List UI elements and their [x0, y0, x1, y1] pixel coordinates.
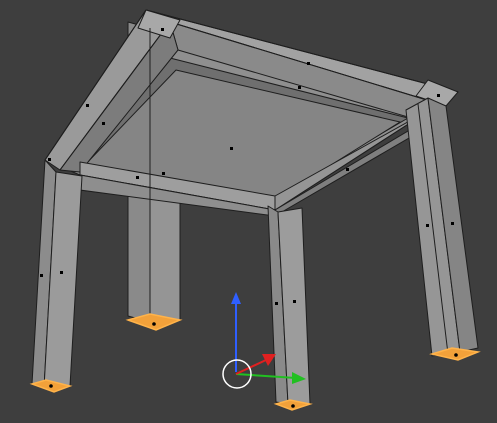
face-dot	[275, 302, 278, 305]
face-center-dot	[291, 404, 295, 408]
face-dot	[346, 168, 349, 171]
face-dot	[48, 158, 51, 161]
mesh-canvas[interactable]	[0, 0, 497, 423]
face-center-dot	[152, 322, 156, 326]
face-dot	[161, 28, 164, 31]
face-dot	[60, 271, 63, 274]
face-dot	[40, 274, 43, 277]
face-dot	[298, 86, 301, 89]
face-dot	[451, 222, 454, 225]
face-dot	[293, 300, 296, 303]
face-dot	[136, 176, 139, 179]
face-dot	[102, 122, 105, 125]
face-dot	[437, 94, 440, 97]
face-dot	[86, 104, 89, 107]
3d-viewport[interactable]	[0, 0, 497, 423]
face-dot	[162, 172, 165, 175]
face-center-dot	[454, 353, 458, 357]
face-dot	[307, 62, 310, 65]
face-center-dot	[49, 384, 53, 388]
face-dot	[230, 147, 233, 150]
face-dot	[426, 224, 429, 227]
